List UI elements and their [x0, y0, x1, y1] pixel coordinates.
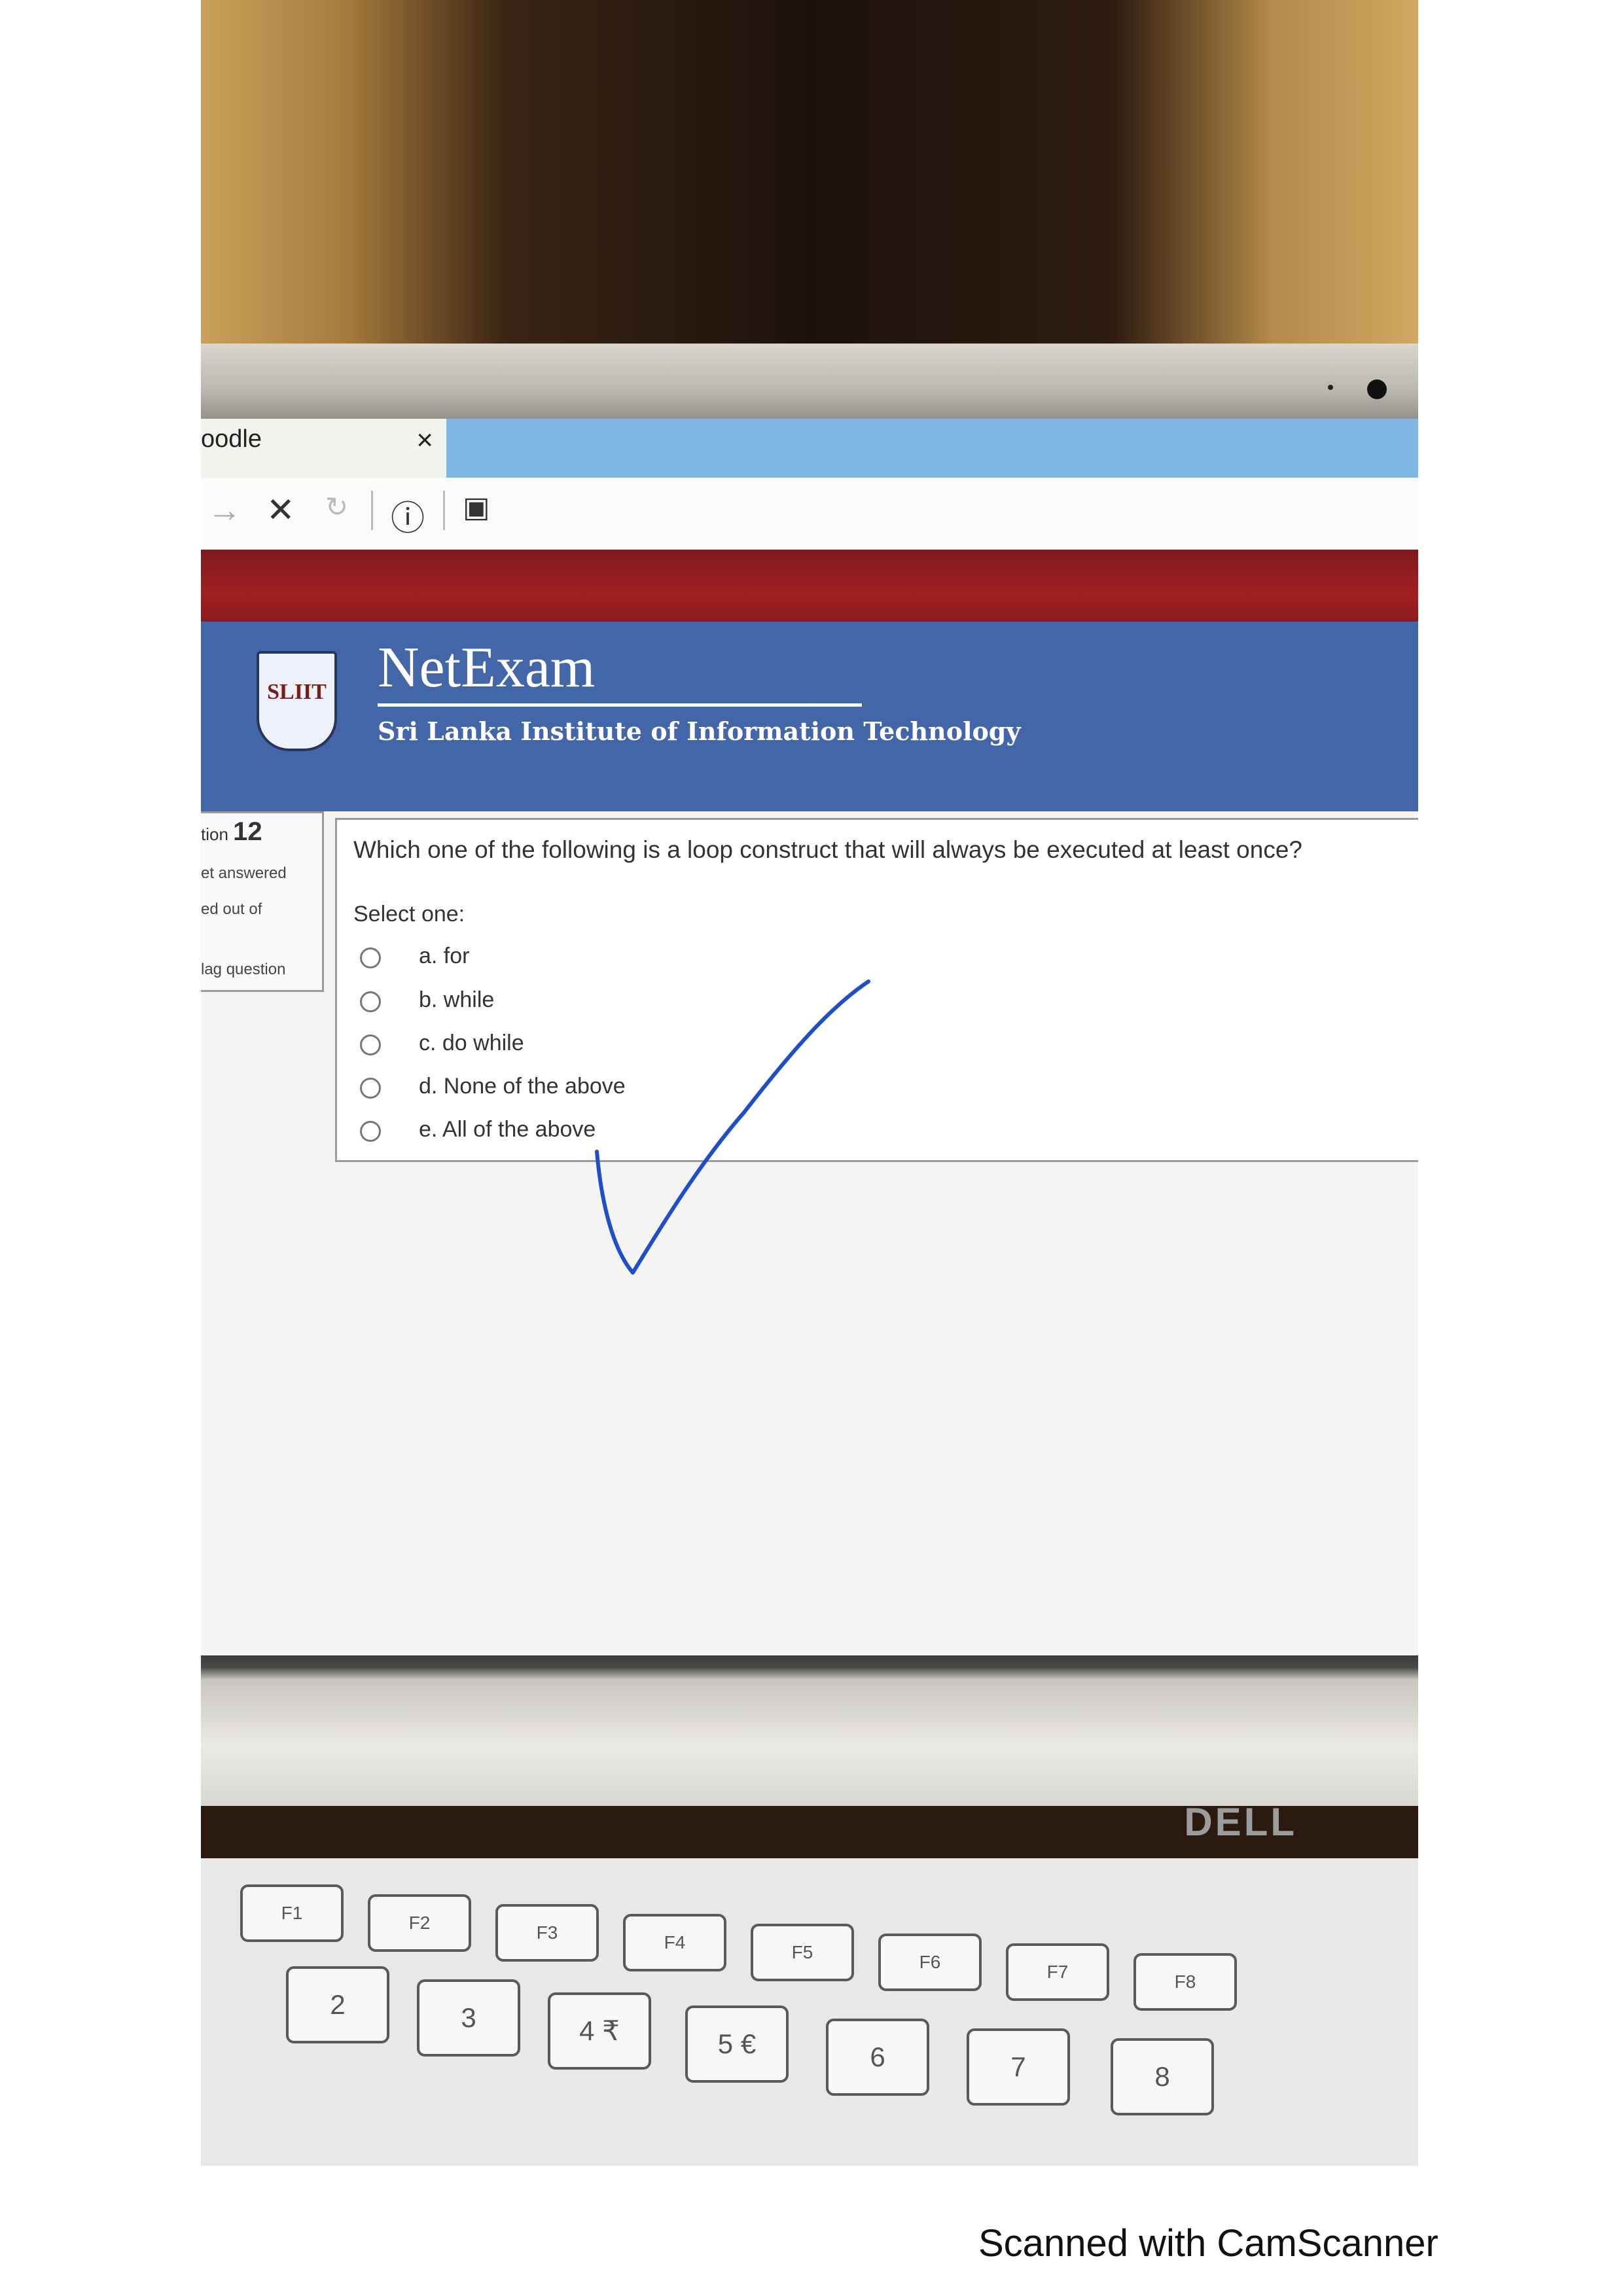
background-wall: [201, 0, 1418, 353]
fn-key[interactable]: F8: [1133, 1953, 1237, 2011]
fn-key[interactable]: F4: [623, 1914, 726, 1971]
fn-key[interactable]: F6: [878, 1934, 982, 1991]
number-key[interactable]: 2: [286, 1966, 389, 2043]
fn-key[interactable]: F2: [368, 1894, 471, 1952]
fn-key[interactable]: F7: [1006, 1943, 1109, 2001]
number-key[interactable]: 8: [1111, 2038, 1214, 2115]
sensor-dot: [1328, 385, 1333, 390]
number-key[interactable]: 3: [417, 1979, 520, 2057]
webcam-icon: [1367, 380, 1387, 399]
dell-logo: DELL: [1184, 1800, 1297, 1844]
laptop-bottom-bezel: [201, 1655, 1418, 1806]
scanner-watermark: Scanned with CamScanner: [978, 2222, 1438, 2265]
fn-key[interactable]: F3: [495, 1904, 599, 1962]
fn-key[interactable]: F5: [751, 1924, 854, 1981]
photo: oodle × → ✕ ↻ ⓘ ▣ SLIIT NetExam Sri Lank…: [201, 0, 1418, 2166]
checkmark-icon: [595, 980, 870, 1275]
laptop-top-bezel: [201, 344, 1418, 422]
number-key[interactable]: 5 €: [685, 2005, 789, 2083]
fn-key[interactable]: F1: [240, 1884, 344, 1942]
number-key[interactable]: 4 ₹: [548, 1992, 651, 2070]
keyboard: F1 F2 F3 F4 F5 F6 F7 F8 2 3 4 ₹ 5 € 6 7 …: [201, 1858, 1418, 2166]
number-key[interactable]: 6: [826, 2019, 929, 2096]
number-key[interactable]: 7: [967, 2028, 1070, 2106]
laptop-screen: oodle × → ✕ ↻ ⓘ ▣ SLIIT NetExam Sri Lank…: [201, 419, 1418, 1760]
